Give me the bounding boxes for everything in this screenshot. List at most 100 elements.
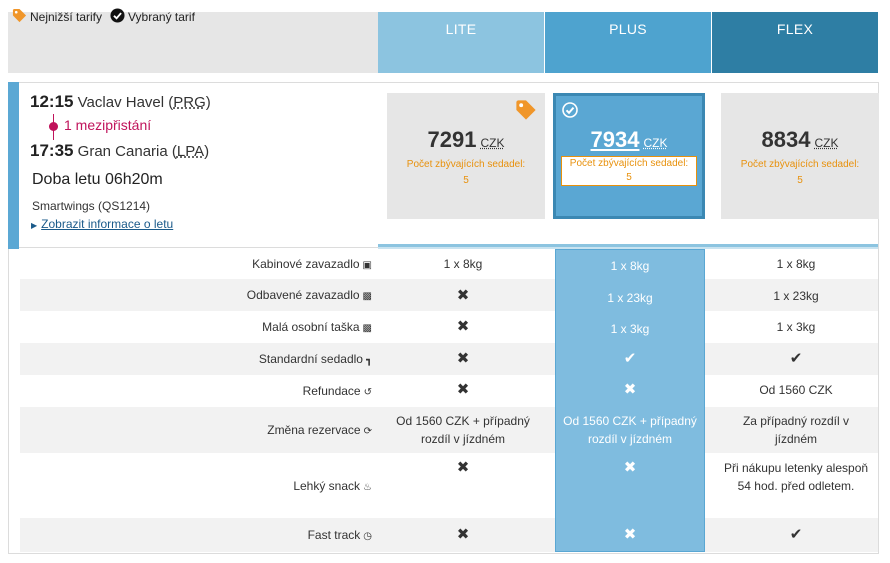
- feature-cell-plus: 1 x 23kg: [607, 291, 653, 305]
- feature-cell-plus: ✖: [555, 381, 705, 399]
- cross-icon: ✖: [623, 381, 637, 398]
- tier-header-plus[interactable]: PLUS: [545, 12, 711, 73]
- departure-code: PRG: [173, 94, 206, 111]
- legend-lowest-label: Nejnižší tarify: [30, 10, 103, 24]
- feature-row: Standardní sedadlo ┓ ✖ ✔: [20, 343, 878, 375]
- feature-cell-lite: Od 1560 CZK + případný rozdíl v jízdném: [396, 414, 530, 446]
- flight-departure: 12:15 Vaclav Havel (PRG): [30, 92, 211, 111]
- feature-cell-flex: 1 x 3kg: [776, 320, 816, 334]
- feature-label-text: Změna rezervace: [267, 423, 361, 437]
- seats-label-plus: Počet zbývajících sedadel:: [569, 158, 689, 169]
- stop-dot: [49, 122, 58, 131]
- arrival-code: LPA: [176, 143, 205, 160]
- clock-icon: ◷: [363, 531, 372, 542]
- cross-icon: ✖: [456, 318, 470, 335]
- feature-label: Refundace ↺: [303, 384, 372, 398]
- cross-icon: ✖: [456, 381, 470, 398]
- feature-label-text: Odbavené zavazadlo: [246, 288, 360, 302]
- check-circle-icon: [110, 8, 125, 26]
- feature-label: Odbavené zavazadlo ▩: [247, 288, 372, 302]
- feature-label: Malá osobní taška ▩: [262, 320, 372, 334]
- triangle-right-icon: ▶: [31, 221, 38, 230]
- feature-cell-flex: Od 1560 CZK: [759, 383, 833, 397]
- feature-row: Lehký snack ♨ ✖ Při nákupu letenky alespoň …: [20, 454, 878, 517]
- feature-cell-flex: Za případný rozdíl v jízdném: [742, 414, 850, 446]
- seats-count-plus: 5: [626, 172, 632, 183]
- feature-row: Změna rezervace ⟳ Od 1560 CZK + případný r…: [20, 407, 878, 453]
- feature-label-text: Lehký snack: [293, 478, 361, 493]
- feature-label-text: Standardní sedadlo: [258, 352, 363, 366]
- arrival-time: 17:35: [30, 141, 74, 160]
- bag-icon: ▩: [362, 323, 372, 334]
- currency-lite: CZK: [480, 136, 505, 150]
- feature-label-text: Kabinové zavazadlo: [252, 256, 360, 271]
- price-tag-icon: [515, 99, 537, 126]
- seats-count-flex: 5: [797, 175, 803, 186]
- refresh-icon: ⟳: [363, 426, 372, 437]
- feature-cell-plus: 1 x 8kg: [610, 259, 650, 273]
- seats-label-lite: Počet zbývajících sedadel:: [406, 159, 526, 170]
- feature-cell-lite: ✖: [380, 350, 546, 368]
- section-divider: [19, 247, 378, 248]
- feature-cell-flex: 1 x 23kg: [773, 289, 819, 303]
- cross-icon: ✖: [456, 526, 470, 543]
- price-plus: 7934: [590, 127, 640, 152]
- feature-row: Kabinové zavazadlo ▣ 1 x 8kg 1 x 8kg: [20, 249, 878, 278]
- feature-cell-lite: 1 x 8kg: [443, 257, 483, 271]
- feature-label: Změna rezervace ⟳: [267, 423, 372, 437]
- price-flex: 8834: [761, 127, 811, 152]
- feature-cell-lite: ✖: [380, 381, 546, 399]
- arrival-airport: Gran Canaria: [77, 143, 168, 160]
- flight-info-link-label: Zobrazit informace o letu: [41, 217, 174, 231]
- price-box-flex[interactable]: 8834 CZK Počet zbývajících sedadel: 5: [721, 93, 879, 219]
- stops-label[interactable]: 1 mezipřistání: [64, 117, 151, 133]
- checkmark-icon: ✔: [623, 350, 637, 367]
- departure-time: 12:15: [30, 92, 74, 111]
- feature-label: Kabinové zavazadlo ▣: [252, 257, 372, 271]
- feature-label-text: Fast track: [307, 528, 361, 542]
- tier-header-lite[interactable]: LITE: [378, 12, 544, 73]
- feature-cell-lite: ✖: [380, 526, 546, 544]
- suitcase-icon: ▣: [362, 259, 372, 271]
- legend-lowest: Nejnižší tarify: [12, 8, 102, 26]
- tier-header-flex[interactable]: FLEX: [712, 12, 878, 73]
- feature-cell-lite: ✖: [380, 459, 546, 477]
- card-accent-bar: [8, 82, 19, 249]
- currency-plus: CZK: [643, 136, 668, 150]
- legend-selected: Vybraný tarif: [110, 8, 195, 26]
- feature-cell-plus: ✔: [555, 350, 705, 368]
- cross-icon: ✖: [456, 459, 470, 476]
- feature-label: Lehký snack ♨: [293, 479, 372, 493]
- feature-cell-lite: ✖: [380, 287, 546, 305]
- luggage-icon: ▩: [362, 291, 372, 302]
- price-tag-icon: [12, 8, 27, 26]
- flight-duration: Doba letu 06h20m: [32, 171, 163, 188]
- feature-cell-flex: ✔: [713, 350, 879, 368]
- seats-count-lite: 5: [463, 175, 469, 186]
- feature-row: Refundace ↺ ✖ Od 1560 CZK: [20, 376, 878, 406]
- feature-label: Fast track ◷: [308, 528, 372, 542]
- feature-cell-lite: ✖: [380, 318, 546, 336]
- price-box-lite[interactable]: 7291 CZK Počet zbývajících sedadel: 5: [387, 93, 545, 219]
- legend-selected-label: Vybraný tarif: [128, 10, 195, 24]
- check-circle-icon: [562, 102, 578, 123]
- flight-info-link[interactable]: ▶ Zobrazit informace o letu: [31, 217, 173, 231]
- refund-icon: ↺: [363, 387, 372, 398]
- flight-arrival: 17:35 Gran Canaria (LPA): [30, 141, 210, 160]
- seat-icon: ┓: [365, 355, 372, 366]
- feature-label-text: Malá osobní taška: [262, 320, 360, 334]
- feature-cell-plus: 1 x 3kg: [610, 322, 650, 336]
- cross-icon: ✖: [623, 459, 637, 476]
- feature-cell-plus: Od 1560 CZK + případný rozdíl v jízdném: [563, 414, 697, 446]
- cross-icon: ✖: [456, 350, 470, 367]
- price-box-plus[interactable]: 7934 CZK Počet zbývajících sedadel: 5: [553, 93, 705, 219]
- checkmark-icon: ✔: [789, 526, 803, 543]
- feature-row: Malá osobní taška ▩ ✖ 1 x 3kg: [20, 312, 878, 342]
- cross-icon: ✖: [623, 526, 637, 543]
- checkmark-icon: ✔: [789, 350, 803, 367]
- seats-label-flex: Počet zbývajících sedadel:: [740, 159, 860, 170]
- feature-label-text: Refundace: [302, 384, 361, 398]
- feature-cell-flex: ✔: [713, 526, 879, 544]
- feature-cell-flex: Při nákupu letenky alespoň 54 hod. před …: [723, 461, 869, 493]
- feature-cell-plus: ✖: [555, 459, 705, 477]
